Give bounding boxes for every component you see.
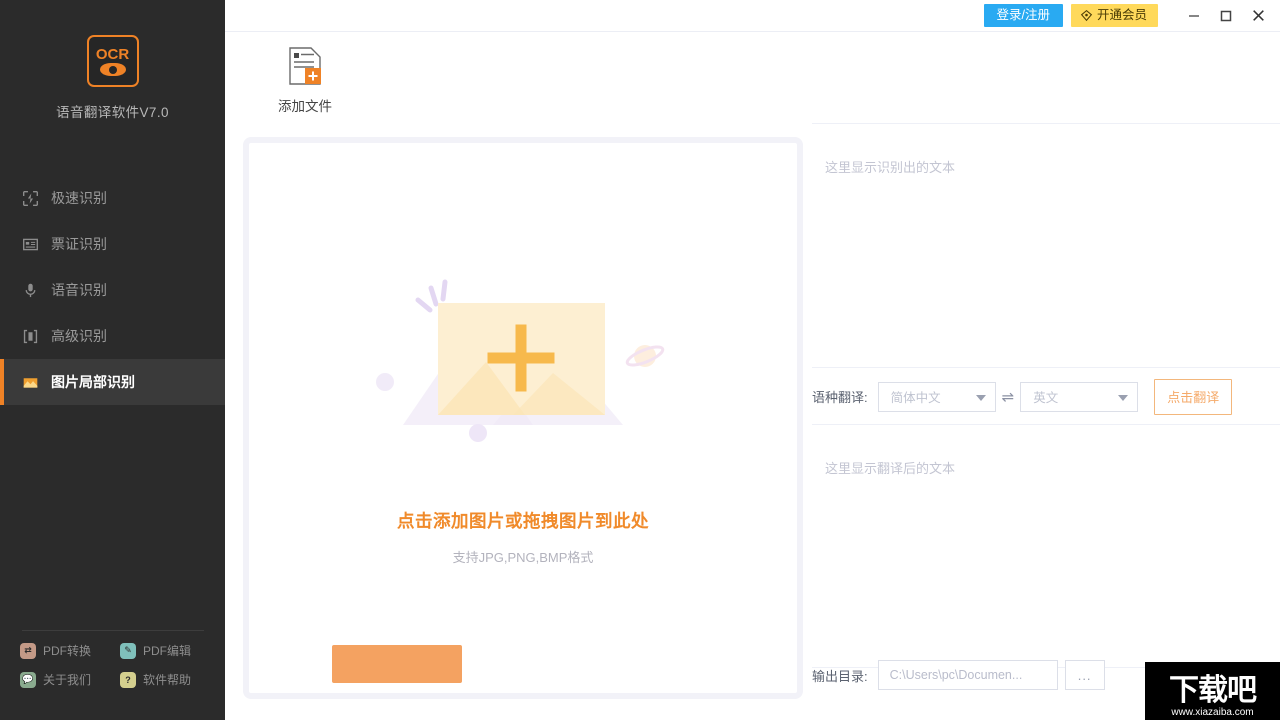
sidebar-item-fast-recognition[interactable]: 极速识别 [0, 175, 225, 221]
close-button[interactable] [1242, 1, 1274, 31]
sidebar-item-label: 高级识别 [51, 328, 107, 344]
ticket-recognition-icon [23, 238, 38, 250]
diamond-icon [1080, 9, 1093, 22]
fast-recognition-icon [23, 190, 38, 206]
open-vip-label: 开通会员 [1096, 8, 1147, 23]
window-controls [1178, 1, 1274, 31]
close-icon [1252, 10, 1264, 21]
ocr-logo-icon: OCR [86, 35, 139, 87]
minimize-icon [1189, 14, 1199, 17]
help-icon: ? [120, 671, 136, 688]
sidebar-divider [22, 630, 204, 631]
output-directory-row: 输出目录: C:\Users\pc\Documen... ... [812, 653, 1280, 697]
target-language-select[interactable]: 英文 [1020, 381, 1139, 412]
application-window: OCR 语音翻译软件V7.0 极速识别 票证识别 语音识别 高级识别 图片局部识… [0, 0, 1280, 720]
open-vip-button[interactable]: 开通会员 [1070, 4, 1158, 27]
add-file-button[interactable]: 添加文件 [255, 47, 355, 115]
translate-label: 语种翻译: [812, 390, 868, 405]
sidebar-nav: 极速识别 票证识别 语音识别 高级识别 图片局部识别 [0, 175, 225, 405]
tool-help[interactable]: ? 软件帮助 [120, 671, 220, 688]
ocr-result-textarea[interactable]: 这里显示识别出的文本 [812, 123, 1280, 368]
image-dropzone[interactable]: 点击添加图片或拖拽图片到此处 支持JPG,PNG,BMP格式 [243, 137, 803, 699]
dropzone-title: 点击添加图片或拖拽图片到此处 [397, 511, 649, 531]
image-region-icon [23, 377, 38, 388]
sidebar-item-speech-recognition[interactable]: 语音识别 [0, 267, 225, 313]
target-language-value: 英文 [1033, 391, 1059, 405]
chevron-down-icon [1118, 394, 1129, 401]
browse-directory-button[interactable]: ... [1064, 660, 1105, 690]
source-language-select[interactable]: 简体中文 [877, 381, 996, 412]
tool-label: 软件帮助 [143, 673, 192, 687]
microphone-icon [25, 283, 36, 297]
login-register-button[interactable]: 登录/注册 [983, 4, 1063, 27]
advanced-recognition-icon [23, 329, 38, 343]
dropzone-subtitle: 支持JPG,PNG,BMP格式 [452, 550, 594, 565]
tool-label: 关于我们 [43, 673, 92, 687]
swap-languages-icon[interactable]: ⇌ [1002, 388, 1015, 406]
translated-placeholder: 这里显示翻译后的文本 [825, 461, 956, 476]
maximize-button[interactable] [1210, 1, 1242, 31]
app-title: 语音翻译软件V7.0 [56, 105, 169, 120]
eye-icon [99, 62, 126, 76]
title-bar: 登录/注册 开通会员 [225, 0, 1280, 32]
toolbar: 添加文件 [225, 33, 1280, 123]
sidebar-item-label: 票证识别 [51, 236, 107, 252]
source-language-value: 简体中文 [890, 391, 941, 405]
tool-label: PDF转换 [43, 644, 92, 658]
sidebar-item-image-region-recognition[interactable]: 图片局部识别 [0, 359, 225, 405]
translate-button[interactable]: 点击翻译 [1154, 378, 1233, 415]
minimize-button[interactable] [1178, 1, 1210, 31]
sidebar-tools: ⇄ PDF转换 ✎ PDF编辑 💬 关于我们 ? 软件帮助 [20, 642, 220, 688]
sidebar-item-advanced-recognition[interactable]: 高级识别 [0, 313, 225, 359]
tool-pdf-convert[interactable]: ⇄ PDF转换 [20, 642, 120, 659]
ocr-result-placeholder: 这里显示识别出的文本 [825, 160, 956, 175]
logo-text: OCR [95, 45, 130, 63]
sidebar: OCR 语音翻译软件V7.0 极速识别 票证识别 语音识别 高级识别 图片局部识… [0, 0, 225, 720]
pdf-edit-icon: ✎ [120, 642, 136, 659]
add-file-label: 添加文件 [278, 99, 332, 114]
chevron-down-icon [975, 394, 986, 401]
about-us-icon: 💬 [20, 671, 36, 688]
output-path-input[interactable]: C:\Users\pc\Documen... [877, 660, 1058, 690]
start-recognition-button[interactable] [332, 645, 462, 683]
tool-label: PDF编辑 [143, 644, 192, 658]
output-directory-label: 输出目录: [812, 668, 868, 684]
translation-bar: 语种翻译: 简体中文 ⇌ 英文 点击翻译 [812, 369, 1280, 424]
sidebar-item-label: 语音识别 [51, 282, 107, 298]
maximize-icon [1220, 10, 1232, 21]
pdf-convert-icon: ⇄ [20, 642, 36, 659]
right-panel: 这里显示识别出的文本 语种翻译: 简体中文 ⇌ 英文 点击翻译 这里显示翻译后的… [812, 123, 1280, 720]
sidebar-item-label: 极速识别 [51, 190, 107, 206]
sidebar-item-label: 图片局部识别 [51, 374, 135, 390]
sidebar-item-ticket-recognition[interactable]: 票证识别 [0, 221, 225, 267]
tool-about-us[interactable]: 💬 关于我们 [20, 671, 120, 688]
translated-textarea[interactable]: 这里显示翻译后的文本 [812, 424, 1280, 668]
upload-illustration [373, 270, 673, 460]
app-branding: OCR 语音翻译软件V7.0 [0, 35, 225, 121]
tool-pdf-edit[interactable]: ✎ PDF编辑 [120, 642, 220, 659]
add-file-icon [288, 47, 322, 85]
